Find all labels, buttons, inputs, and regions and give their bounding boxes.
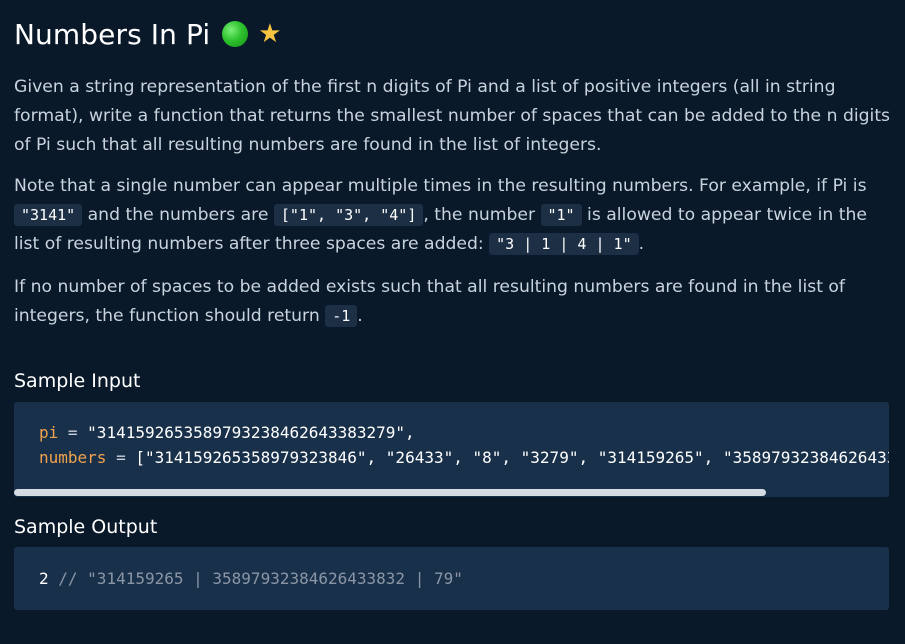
page-title: Numbers In Pi: [14, 17, 211, 51]
description-paragraph-3: If no number of spaces to be added exist…: [14, 273, 894, 331]
inline-code: -1: [325, 305, 358, 327]
title-row: Numbers In Pi ★: [14, 14, 282, 54]
output-value: 2: [39, 569, 49, 588]
text-segment: If no number of spaces to be added exist…: [14, 277, 845, 326]
sample-output-heading: Sample Output: [14, 516, 158, 538]
scrollbar-thumb[interactable]: [14, 489, 766, 496]
sample-output-code: 2 // "314159265 | 35897932384626433832 |…: [39, 566, 463, 591]
code-operator: =: [106, 448, 136, 467]
inline-code: "3 | 1 | 4 | 1": [489, 233, 639, 255]
code-operator: =: [58, 423, 88, 442]
text-segment: , the number: [423, 205, 541, 225]
description-paragraph-2: Note that a single number can appear mul…: [14, 172, 894, 259]
code-value: "3141592653589793238462643383279",: [87, 423, 415, 442]
output-comment: // "314159265 | 35897932384626433832 | 7…: [48, 569, 463, 588]
sample-input-codebox[interactable]: pi = "3141592653589793238462643383279", …: [14, 402, 889, 497]
sample-input-code: pi = "3141592653589793238462643383279", …: [39, 420, 889, 470]
text-segment: .: [638, 234, 645, 254]
text-segment: and the numbers are: [82, 205, 274, 225]
inline-code: ["1", "3", "4"]: [273, 204, 424, 226]
sample-input-heading: Sample Input: [14, 370, 141, 392]
inline-code: "1": [540, 204, 582, 226]
text-segment: .: [357, 306, 363, 326]
inline-code: "3141": [14, 204, 83, 226]
green-circle-icon: [222, 21, 249, 47]
sample-output-codebox: 2 // "314159265 | 35897932384626433832 |…: [14, 547, 889, 610]
horizontal-scrollbar[interactable]: [14, 488, 889, 497]
problem-page: Numbers In Pi ★ Given a string represent…: [0, 0, 905, 644]
star-icon[interactable]: ★: [258, 21, 281, 47]
description-paragraph-1: Given a string representation of the fir…: [14, 77, 891, 155]
text-segment: Note that a single number can appear mul…: [14, 176, 867, 196]
code-value: ["314159265358979323846", "26433", "8", …: [135, 448, 889, 467]
code-variable: numbers: [39, 448, 107, 467]
code-variable: pi: [39, 423, 59, 442]
